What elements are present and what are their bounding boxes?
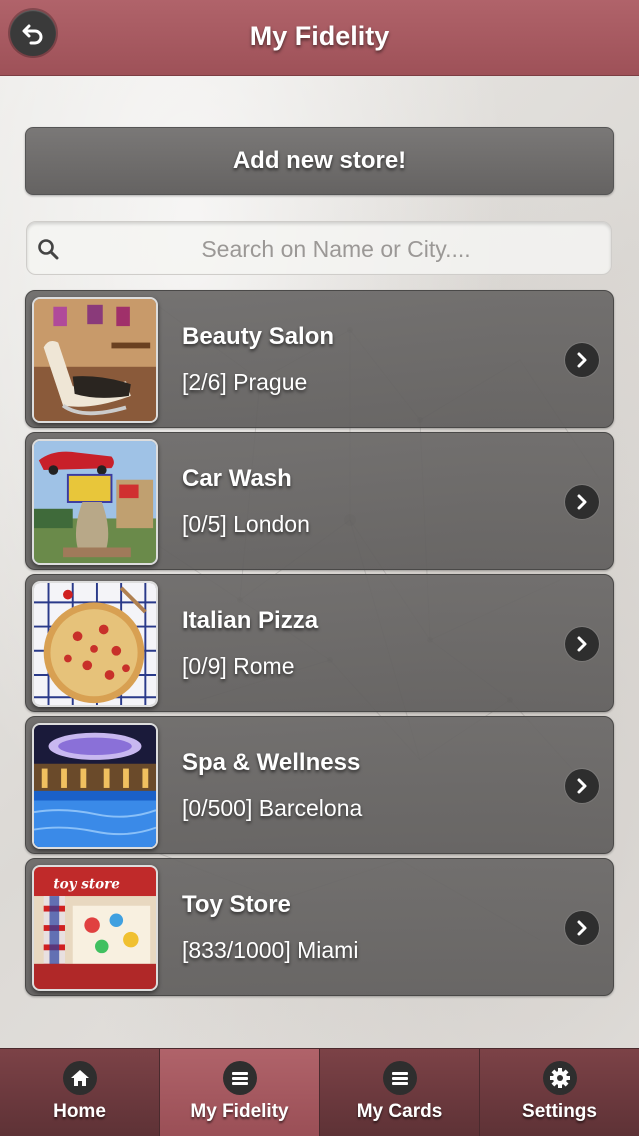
store-item-beauty-salon[interactable]: Beauty Salon [2/6] Prague xyxy=(25,290,614,428)
tab-label: My Fidelity xyxy=(190,1101,289,1122)
tab-my-fidelity[interactable]: My Fidelity xyxy=(160,1049,320,1136)
menu-icon xyxy=(222,1061,257,1095)
page-title: My Fidelity xyxy=(249,21,390,51)
chevron-right-icon xyxy=(565,485,599,519)
add-new-store-button[interactable]: Add new store! xyxy=(25,127,614,195)
tab-home[interactable]: Home xyxy=(0,1049,160,1136)
store-list: Beauty Salon [2/6] Prague Car Wash [0/5]… xyxy=(25,290,614,1000)
car-wash-thumbnail xyxy=(32,439,158,565)
store-item-toy-store[interactable]: toy store Toy Store [833/1000] Miami xyxy=(25,858,614,996)
store-subtitle: [2/6] Prague xyxy=(182,369,308,395)
tab-label: Settings xyxy=(522,1101,597,1122)
chevron-right-icon xyxy=(565,769,599,803)
menu-icon xyxy=(382,1061,417,1095)
store-subtitle: [833/1000] Miami xyxy=(182,937,359,963)
search-input[interactable] xyxy=(71,222,601,276)
toy-store-thumbnail: toy store xyxy=(32,865,158,991)
store-name: Italian Pizza xyxy=(182,607,319,634)
store-subtitle: [0/500] Barcelona xyxy=(182,795,363,821)
store-name: Beauty Salon xyxy=(182,323,335,350)
italian-pizza-thumbnail xyxy=(32,581,158,707)
header-bar: My Fidelity xyxy=(0,0,639,76)
tab-my-cards[interactable]: My Cards xyxy=(320,1049,480,1136)
tab-label: Home xyxy=(53,1101,106,1122)
store-item-car-wash[interactable]: Car Wash [0/5] London xyxy=(25,432,614,570)
search-icon xyxy=(38,239,59,260)
home-icon xyxy=(62,1061,97,1095)
store-name: Spa & Wellness xyxy=(182,749,361,776)
search-bar xyxy=(26,221,612,276)
svg-text:toy store: toy store xyxy=(53,876,120,892)
chevron-right-icon xyxy=(565,343,599,377)
store-subtitle: [0/5] London xyxy=(182,511,310,537)
store-name: Toy Store xyxy=(182,891,291,918)
store-subtitle: [0/9] Rome xyxy=(182,653,295,679)
store-item-spa-wellness[interactable]: Spa & Wellness [0/500] Barcelona xyxy=(25,716,614,854)
gear-icon xyxy=(542,1061,577,1095)
tab-bar: Home My Fidelity My Cards Settings xyxy=(0,1048,639,1136)
chevron-right-icon xyxy=(565,911,599,945)
beauty-salon-thumbnail xyxy=(32,297,158,423)
tab-settings[interactable]: Settings xyxy=(480,1049,639,1136)
spa-wellness-thumbnail xyxy=(32,723,158,849)
store-item-italian-pizza[interactable]: Italian Pizza [0/9] Rome xyxy=(25,574,614,712)
chevron-right-icon xyxy=(565,627,599,661)
tab-label: My Cards xyxy=(356,1101,443,1122)
store-name: Car Wash xyxy=(182,465,292,492)
